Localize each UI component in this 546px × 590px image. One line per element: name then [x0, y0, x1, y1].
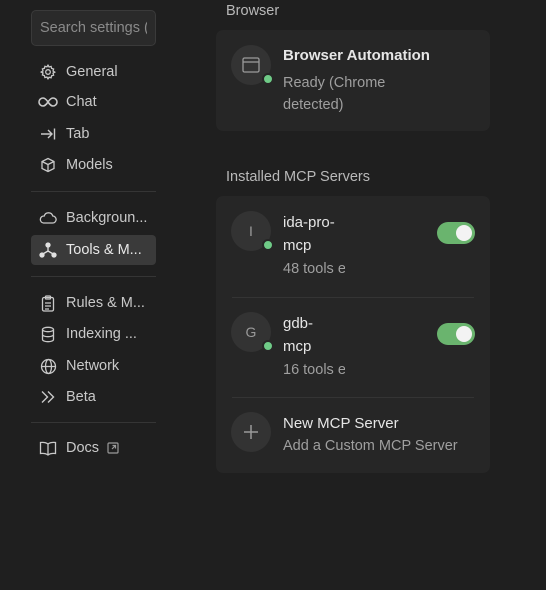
- book-icon: [38, 439, 58, 457]
- server-initial: I: [249, 223, 253, 239]
- new-mcp-server-subtitle: Add a Custom MCP Server: [283, 438, 458, 454]
- server-name-line2: mcp: [283, 237, 312, 254]
- sidebar-item-label: Tab: [66, 126, 90, 142]
- server-name-line1: ida-pro-: [283, 214, 335, 231]
- cloud-icon: [38, 209, 58, 227]
- sidebar-item-network[interactable]: Network: [31, 351, 156, 381]
- sidebar-item-label: Docs: [66, 440, 100, 456]
- server-avatar: G: [231, 312, 274, 352]
- mcp-section-title: Installed MCP Servers: [226, 169, 370, 185]
- browser-section-title: Browser: [226, 3, 280, 19]
- settings-sidebar: General Chat Tab Models Backgroun... Too…: [0, 0, 200, 590]
- plus-avatar: [231, 412, 271, 452]
- external-link-icon: [107, 442, 119, 454]
- sidebar-item-tools-mcp[interactable]: Tools & M...: [31, 235, 156, 265]
- server-name-line2: mcp: [283, 338, 312, 355]
- sidebar-item-label: Tools & M...: [66, 242, 142, 258]
- sidebar-item-label: Chat: [66, 94, 97, 110]
- mcp-server-row[interactable]: G gdb- mcp 16 tools e: [216, 297, 490, 397]
- search-settings-input[interactable]: [32, 11, 155, 45]
- server-avatar: I: [231, 211, 274, 251]
- gear-icon: [38, 63, 58, 81]
- sidebar-item-label: Rules & M...: [66, 295, 145, 311]
- sidebar-item-label: Beta: [66, 389, 96, 405]
- mcp-server-row[interactable]: I ida-pro- mcp 48 tools e: [216, 196, 490, 297]
- sidebar-item-background[interactable]: Backgroun...: [31, 203, 156, 233]
- browser-status-line1: Ready (Chrome: [283, 75, 386, 91]
- browser-automation-title: Browser Automation: [283, 47, 430, 64]
- browser-card: Browser Automation Ready (Chrome detecte…: [216, 30, 490, 131]
- browser-avatar: [231, 45, 274, 85]
- server-enable-toggle[interactable]: [437, 323, 475, 345]
- database-icon: [38, 325, 58, 343]
- cube-icon: [38, 156, 58, 174]
- globe-icon: [38, 357, 58, 375]
- sidebar-item-label: Indexing ...: [66, 326, 137, 342]
- server-initial: G: [245, 324, 257, 340]
- sidebar-item-tab[interactable]: Tab: [31, 119, 156, 149]
- sidebar-item-general[interactable]: General: [31, 57, 156, 87]
- server-name-line1: gdb-: [283, 315, 314, 332]
- sidebar-item-label: Backgroun...: [66, 210, 148, 226]
- nodes-icon: [38, 241, 58, 259]
- sidebar-divider: [31, 191, 156, 192]
- sidebar-divider: [31, 422, 156, 423]
- new-mcp-server-title: New MCP Server: [283, 415, 399, 432]
- sidebar-item-beta[interactable]: Beta: [31, 382, 156, 412]
- infinity-icon: [38, 93, 58, 111]
- mcp-servers-card: I ida-pro- mcp 48 tools e G gdb- mcp 16 …: [216, 196, 490, 473]
- sidebar-item-indexing[interactable]: Indexing ...: [31, 319, 156, 349]
- search-box: [31, 10, 156, 46]
- sidebar-item-docs[interactable]: Docs: [31, 433, 156, 463]
- toggle-knob: [456, 225, 472, 241]
- sidebar-item-rules[interactable]: Rules & M...: [31, 288, 156, 318]
- browser-window-icon: [242, 57, 260, 73]
- tab-arrow-icon: [38, 125, 58, 143]
- status-dot: [262, 239, 274, 251]
- double-chevron-icon: [38, 388, 58, 406]
- status-dot: [262, 340, 274, 352]
- sidebar-divider: [31, 276, 156, 277]
- plus-icon: [242, 423, 260, 441]
- sidebar-item-chat[interactable]: Chat: [31, 87, 156, 117]
- toggle-knob: [456, 326, 472, 342]
- new-mcp-server-button[interactable]: New MCP Server Add a Custom MCP Server: [216, 397, 490, 473]
- sidebar-item-models[interactable]: Models: [31, 150, 156, 180]
- sidebar-item-label: Network: [66, 358, 120, 374]
- server-tools-count: 16 tools e: [283, 362, 345, 378]
- clipboard-icon: [38, 294, 58, 312]
- sidebar-item-label: General: [66, 64, 118, 80]
- browser-status-line2: detected): [283, 97, 344, 113]
- sidebar-item-label: Models: [66, 157, 113, 173]
- server-tools-count: 48 tools e: [283, 261, 345, 277]
- server-enable-toggle[interactable]: [437, 222, 475, 244]
- status-dot: [262, 73, 274, 85]
